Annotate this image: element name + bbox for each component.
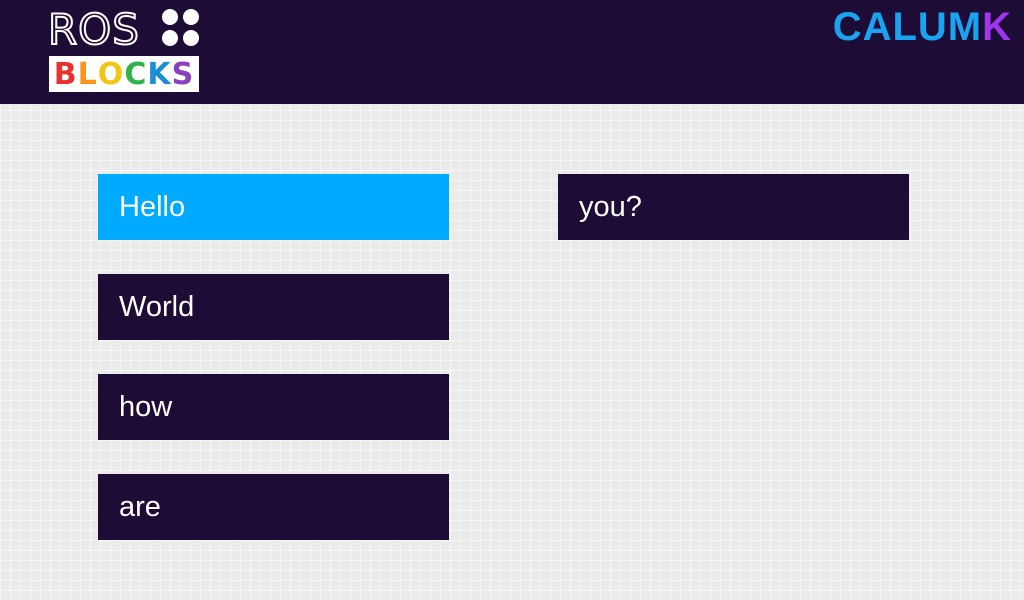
block-world[interactable]: World [98,274,449,340]
block-you[interactable]: you? [558,174,909,240]
block-how[interactable]: how [98,374,449,440]
block-are[interactable]: are [98,474,449,540]
block-area: Hello World how are you? [0,0,1024,600]
block-hello[interactable]: Hello [98,174,449,240]
